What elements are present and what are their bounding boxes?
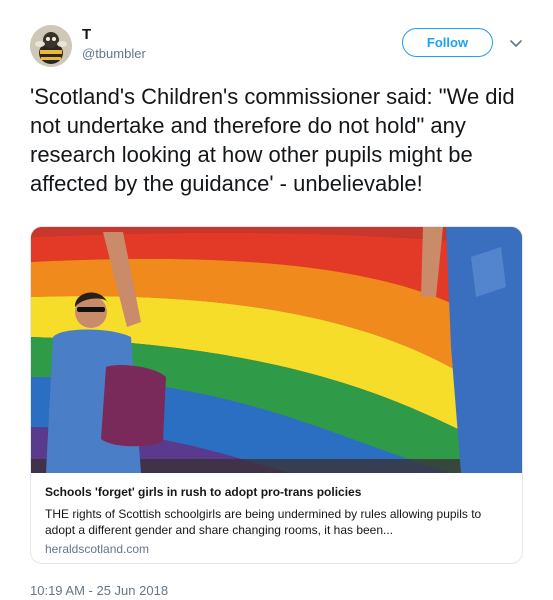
link-card[interactable]: Schools 'forget' girls in rush to adopt …	[30, 226, 523, 564]
card-title: Schools 'forget' girls in rush to adopt …	[45, 485, 362, 499]
author-handle[interactable]: @tbumbler	[82, 46, 146, 61]
rainbow-flag-photo	[31, 227, 522, 473]
tweet-menu-button[interactable]	[506, 33, 526, 53]
card-description: THE rights of Scottish schoolgirls are b…	[45, 507, 482, 537]
tweet-text: 'Scotland's Children's commissioner said…	[30, 84, 515, 196]
tweet-timestamp[interactable]: 10:19 AM - 25 Jun 2018	[30, 583, 168, 598]
tweet: T @tbumbler Follow 'Scotland's Children'…	[0, 0, 553, 600]
avatar[interactable]	[30, 25, 72, 67]
author-name[interactable]: T	[82, 26, 91, 43]
chevron-down-icon	[510, 40, 522, 47]
follow-button[interactable]: Follow	[402, 28, 493, 57]
card-domain: heraldscotland.com	[45, 542, 150, 556]
bumblebee-avatar-icon	[30, 25, 72, 67]
